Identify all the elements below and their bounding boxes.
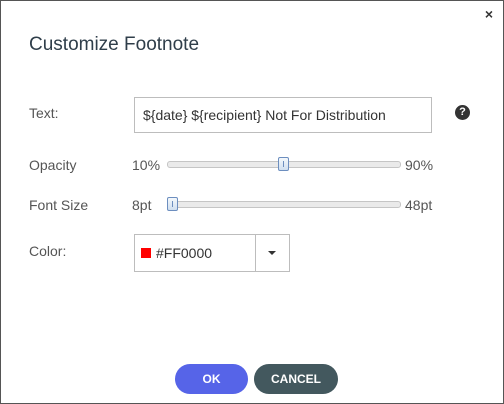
close-icon[interactable]: × bbox=[485, 6, 493, 22]
font-size-label: Font Size bbox=[29, 197, 89, 213]
font-size-min-label: 8pt bbox=[132, 197, 152, 213]
color-swatch bbox=[141, 248, 151, 258]
chevron-down-icon[interactable] bbox=[268, 251, 276, 255]
dialog-title: Customize Footnote bbox=[29, 34, 200, 55]
font-size-slider-thumb[interactable] bbox=[167, 197, 178, 211]
opacity-min-label: 10% bbox=[132, 157, 161, 173]
color-value: #FF0000 bbox=[156, 245, 213, 261]
color-picker[interactable]: #FF0000 bbox=[134, 234, 290, 272]
footnote-text-input[interactable] bbox=[134, 97, 432, 133]
ok-button[interactable]: OK bbox=[175, 364, 248, 394]
opacity-slider-thumb[interactable] bbox=[277, 157, 289, 171]
dropdown-divider bbox=[255, 235, 256, 271]
text-label: Text: bbox=[29, 105, 59, 121]
opacity-max-label: 90% bbox=[405, 157, 434, 173]
font-size-max-label: 48pt bbox=[405, 197, 433, 213]
help-icon[interactable]: ? bbox=[455, 105, 470, 120]
opacity-label: Opacity bbox=[29, 157, 77, 173]
cancel-button[interactable]: CANCEL bbox=[254, 364, 338, 394]
customize-footnote-dialog: × Customize Footnote Text: ? Opacity 10%… bbox=[0, 0, 504, 404]
color-label: Color: bbox=[29, 243, 67, 259]
font-size-slider-track[interactable] bbox=[167, 201, 401, 208]
